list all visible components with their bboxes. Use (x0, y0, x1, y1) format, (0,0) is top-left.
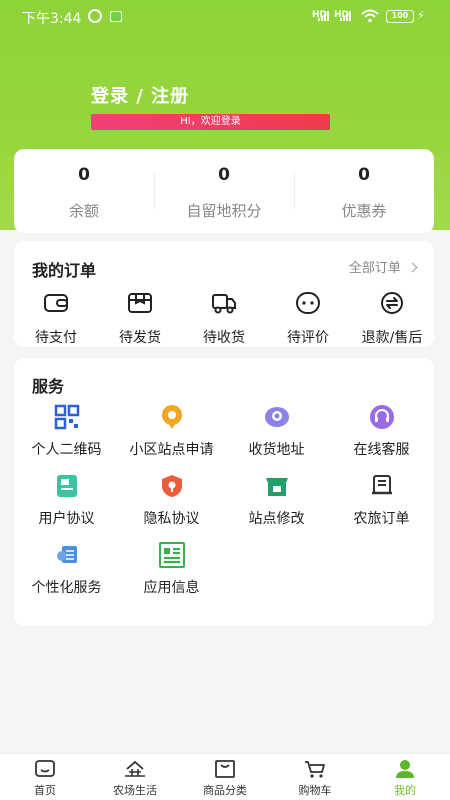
order-item-label: 待发货 (119, 330, 161, 346)
order-item-label: 待评价 (287, 330, 329, 346)
status-bar: 下午3:44 HD HD 100 ⚡ (0, 0, 450, 34)
service-online-support[interactable]: 在线客服 (329, 404, 434, 473)
tab-label: 商品分类 (203, 784, 247, 797)
service-item-label: 应用信息 (143, 580, 200, 596)
order-pending-review[interactable]: 待评价 (266, 291, 350, 347)
tab-label: 农场生活 (113, 784, 157, 797)
truck-icon (212, 294, 236, 314)
tab-home[interactable]: 首页 (0, 754, 90, 800)
service-site-application[interactable]: 小区站点申请 (119, 404, 224, 473)
alarm-icon (88, 9, 102, 23)
services-title: 服务 (32, 377, 65, 396)
service-item-label: 个人二维码 (31, 442, 102, 458)
order-item-label: 待收货 (203, 330, 245, 346)
service-item-label: 个性化服务 (31, 580, 102, 596)
service-item-label: 站点修改 (248, 511, 305, 527)
login-banner[interactable]: HI，欢迎登录 (91, 114, 330, 130)
points-value: 0 (218, 165, 230, 185)
order-item-label: 待支付 (35, 330, 77, 346)
farm-icon (125, 760, 145, 777)
headset-icon (369, 405, 394, 429)
coupons-label: 优惠券 (341, 202, 387, 220)
document-icon (56, 475, 77, 497)
wifi-icon (361, 9, 379, 23)
comment-icon (296, 292, 320, 314)
order-item-label: 退款/售后 (361, 330, 423, 346)
app-info-icon (158, 542, 185, 568)
service-site-edit[interactable]: 站点修改 (224, 473, 329, 542)
tab-label: 购物车 (298, 784, 332, 797)
balance-label: 余额 (68, 202, 99, 220)
service-item-label: 农旅订单 (353, 511, 410, 527)
signal-icon-2 (340, 11, 351, 21)
balance-item[interactable]: 0 余额 (14, 149, 154, 233)
service-item-label: 用户协议 (38, 511, 95, 527)
wallet-summary: 0 余额 0 自留地积分 0 优惠券 (14, 149, 434, 233)
services-card: 服务 个人二维码 小区站点申请 收货地址 在线客服 用户协议 隐私协议 站点修改… (14, 358, 434, 626)
bottom-tab-bar: 首页 农场生活 商品分类 购物车 我的 (0, 753, 450, 800)
personalize-icon (56, 546, 77, 563)
login-register-link[interactable]: 登录 / 注册 (91, 82, 189, 108)
tab-label: 首页 (34, 784, 56, 797)
refund-icon (381, 292, 403, 314)
chevron-right-icon (407, 262, 418, 273)
all-orders-label: 全部订单 (348, 261, 401, 276)
privacy-shield-icon (161, 475, 182, 497)
address-icon (264, 407, 289, 427)
signal-icon (318, 11, 329, 21)
service-user-agreement[interactable]: 用户协议 (14, 473, 119, 542)
coupons-value: 0 (358, 165, 370, 185)
store-icon (265, 478, 288, 496)
charging-icon: ⚡ (417, 9, 425, 22)
my-orders-card: 我的订单 全部订单 待支付 待发货 待收货 待评价 退款/售后 (14, 241, 434, 347)
profile-icon (396, 760, 414, 778)
tab-cart[interactable]: 购物车 (270, 754, 360, 800)
points-label: 自留地积分 (186, 202, 262, 220)
status-time: 下午3:44 (22, 11, 82, 27)
service-personalization[interactable]: 个性化服务 (14, 542, 119, 611)
service-privacy-policy[interactable]: 隐私协议 (119, 473, 224, 542)
service-item-label: 收货地址 (248, 442, 305, 458)
home-icon (35, 760, 55, 777)
wechat-notification-icon (110, 11, 122, 22)
tab-label: 我的 (394, 784, 416, 797)
package-icon (128, 293, 152, 313)
qr-code-icon (54, 404, 79, 430)
cart-icon (305, 761, 325, 778)
service-item-label: 在线客服 (353, 442, 410, 458)
tab-categories[interactable]: 商品分类 (180, 754, 270, 800)
order-pending-shipment[interactable]: 待发货 (98, 291, 182, 347)
divider (294, 173, 295, 209)
service-delivery-address[interactable]: 收货地址 (224, 404, 329, 473)
service-app-info[interactable]: 应用信息 (119, 542, 224, 611)
ticket-icon (371, 475, 392, 495)
service-item-label: 隐私协议 (143, 511, 200, 527)
order-refund[interactable]: 退款/售后 (350, 291, 434, 347)
location-pin-icon (161, 405, 182, 429)
service-farm-tour-orders[interactable]: 农旅订单 (329, 473, 434, 542)
divider (154, 173, 155, 209)
tab-farm-life[interactable]: 农场生活 (90, 754, 180, 800)
orders-title: 我的订单 (32, 261, 97, 280)
battery-icon: 100 (386, 10, 414, 23)
balance-value: 0 (78, 165, 90, 185)
all-orders-link[interactable]: 全部订单 (348, 257, 418, 276)
order-pending-receipt[interactable]: 待收货 (182, 291, 266, 347)
tab-mine[interactable]: 我的 (360, 754, 450, 800)
wallet-icon (44, 294, 68, 312)
category-icon (215, 760, 235, 778)
service-item-label: 小区站点申请 (129, 442, 214, 458)
order-pending-payment[interactable]: 待支付 (14, 291, 98, 347)
service-personal-qr[interactable]: 个人二维码 (14, 404, 119, 473)
coupons-item[interactable]: 0 优惠券 (294, 149, 434, 233)
points-item[interactable]: 0 自留地积分 (154, 149, 294, 233)
